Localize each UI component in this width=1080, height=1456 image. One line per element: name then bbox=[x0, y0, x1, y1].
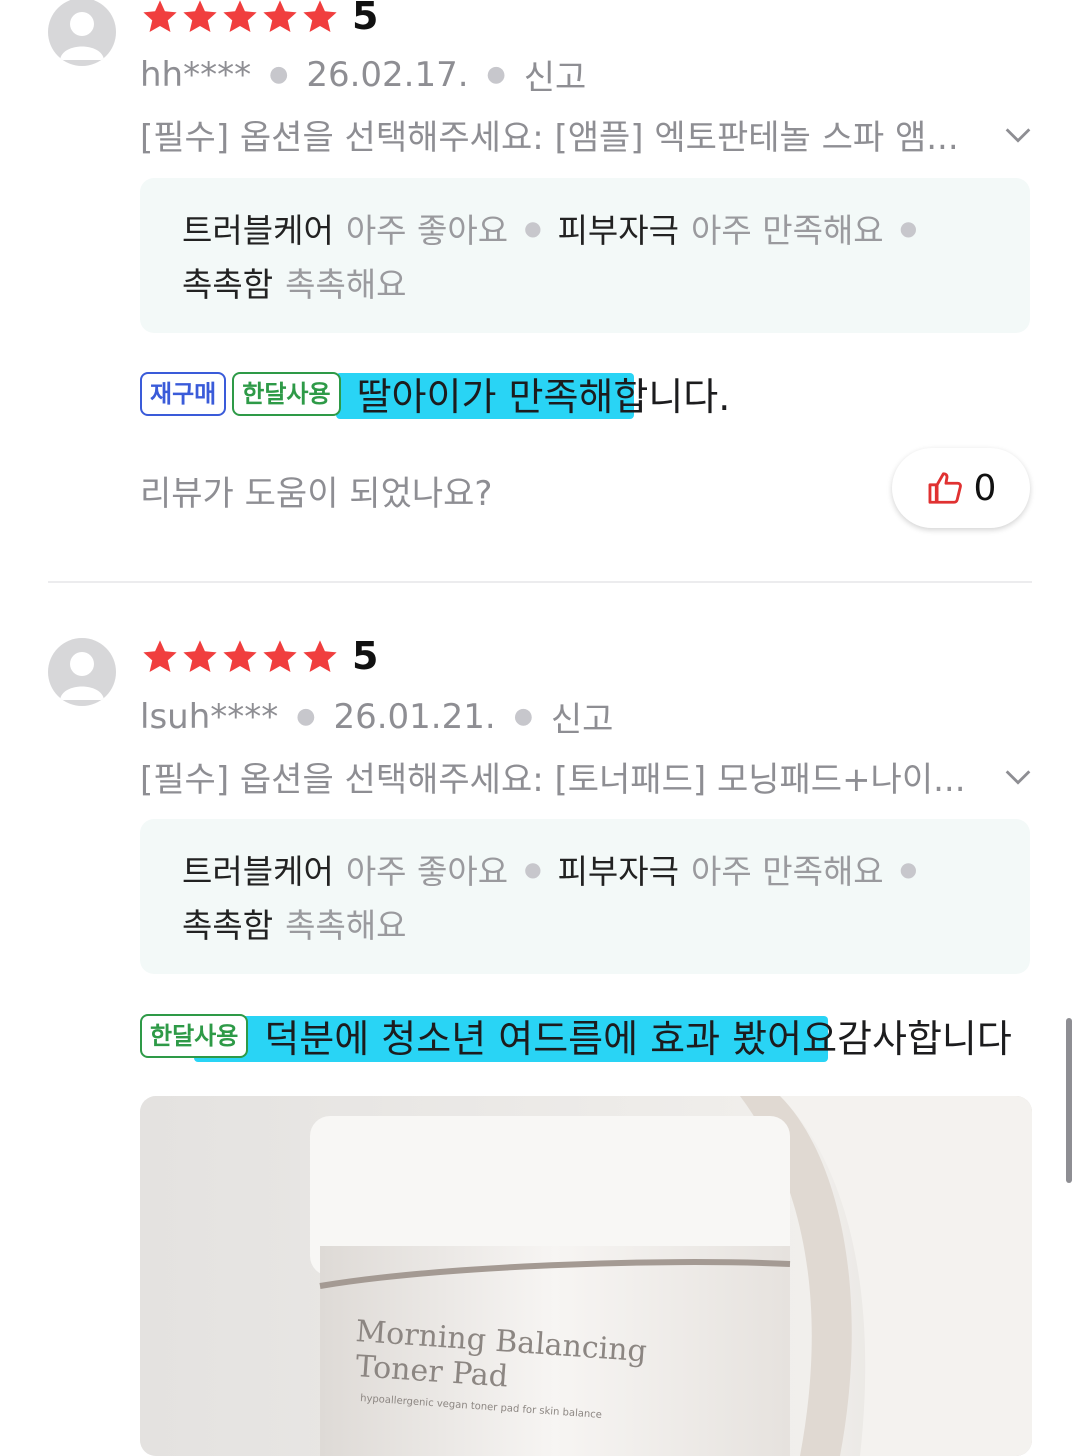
scrollbar[interactable] bbox=[1066, 1018, 1072, 1183]
eval-value: 아주 좋아요 bbox=[345, 211, 509, 250]
rating-value: 5 bbox=[352, 634, 379, 678]
review-date: 26.01.21. bbox=[333, 696, 496, 737]
review-text-rest: 감사합니다 bbox=[837, 1017, 1012, 1061]
helpful-question: 리뷰가 도움이 되었나요? bbox=[140, 474, 493, 514]
star-icon bbox=[263, 0, 297, 33]
chevron-down-icon[interactable] bbox=[1001, 760, 1035, 794]
avatar bbox=[48, 0, 116, 66]
star-icon bbox=[303, 640, 337, 673]
option-row[interactable]: [필수] 옵션을 선택해주세요: [앰플] 엑토판테놀 스파 앰... bbox=[140, 110, 1035, 159]
repurchase-badge: 재구매 bbox=[140, 371, 227, 416]
chevron-down-icon[interactable] bbox=[1001, 118, 1035, 152]
eval-key: 촉촉함 bbox=[182, 906, 274, 945]
star-rating bbox=[140, 0, 340, 36]
review-divider bbox=[48, 581, 1032, 583]
one-month-badge: 한달사용 bbox=[140, 1013, 249, 1058]
eval-key: 촉촉함 bbox=[182, 265, 274, 304]
reviewer-id: hh**** bbox=[140, 54, 252, 95]
eval-key: 트러블케어 bbox=[182, 852, 334, 891]
review-photo[interactable]: Morning Balancing Toner Pad hypoallergen… bbox=[140, 1096, 1032, 1456]
reviewer-id: lsuh**** bbox=[140, 696, 279, 737]
star-icon bbox=[183, 0, 217, 33]
like-button[interactable]: 0 bbox=[892, 448, 1030, 528]
review-meta: lsuh**** ● 26.01.21. ● 신고 bbox=[140, 692, 613, 741]
report-link[interactable]: 신고 bbox=[551, 692, 614, 741]
star-icon bbox=[263, 640, 297, 673]
review-meta: hh**** ● 26.02.17. ● 신고 bbox=[140, 50, 586, 99]
eval-value: 촉촉해요 bbox=[285, 906, 407, 945]
evaluation-box: 트러블케어 아주 좋아요 ● 피부자극 아주 만족해요 ● 촉촉함 촉촉해요 bbox=[140, 819, 1030, 974]
avatar bbox=[48, 638, 116, 706]
option-text: [필수] 옵션을 선택해주세요: [앰플] 엑토판테놀 스파 앰... bbox=[140, 118, 959, 158]
evaluation-box: 트러블케어 아주 좋아요 ● 피부자극 아주 만족해요 ● 촉촉함 촉촉해요 bbox=[140, 178, 1030, 333]
star-icon bbox=[303, 0, 337, 33]
review-text-highlighted: 딸아이가 만족해합 bbox=[356, 375, 649, 419]
review-text-rest: 니다. bbox=[648, 375, 731, 419]
review-body: 한달사용 덕분에 청소년 여드름에 효과 봤어요 감사합니다 bbox=[140, 1008, 1012, 1063]
eval-value: 아주 만족해요 bbox=[691, 852, 884, 891]
eval-key: 피부자극 bbox=[557, 852, 680, 891]
eval-value: 촉촉해요 bbox=[285, 265, 407, 304]
eval-key: 피부자극 bbox=[557, 211, 680, 250]
star-icon bbox=[223, 0, 257, 33]
review-date: 26.02.17. bbox=[306, 54, 469, 95]
star-icon bbox=[183, 640, 217, 673]
eval-value: 아주 좋아요 bbox=[345, 852, 509, 891]
review-body: 재구매 한달사용 딸아이가 만족해합 니다. bbox=[140, 366, 730, 421]
option-text: [필수] 옵션을 선택해주세요: [토너패드] 모닝패드+나이... bbox=[140, 760, 966, 800]
star-icon bbox=[223, 640, 257, 673]
one-month-badge: 한달사용 bbox=[232, 371, 341, 416]
star-rating bbox=[140, 638, 340, 676]
like-count: 0 bbox=[973, 467, 997, 509]
report-link[interactable]: 신고 bbox=[524, 50, 587, 99]
thumbs-up-icon bbox=[928, 472, 962, 504]
star-icon bbox=[143, 640, 177, 673]
eval-key: 트러블케어 bbox=[182, 211, 334, 250]
review-text-highlighted: 덕분에 청소년 여드름에 효과 봤어요 bbox=[264, 1017, 838, 1061]
eval-value: 아주 만족해요 bbox=[691, 211, 884, 250]
star-icon bbox=[143, 0, 177, 33]
toner-pad-photo: Morning Balancing Toner Pad hypoallergen… bbox=[140, 1096, 1032, 1456]
rating-value: 5 bbox=[352, 0, 379, 38]
option-row[interactable]: [필수] 옵션을 선택해주세요: [토너패드] 모닝패드+나이... bbox=[140, 752, 1035, 801]
